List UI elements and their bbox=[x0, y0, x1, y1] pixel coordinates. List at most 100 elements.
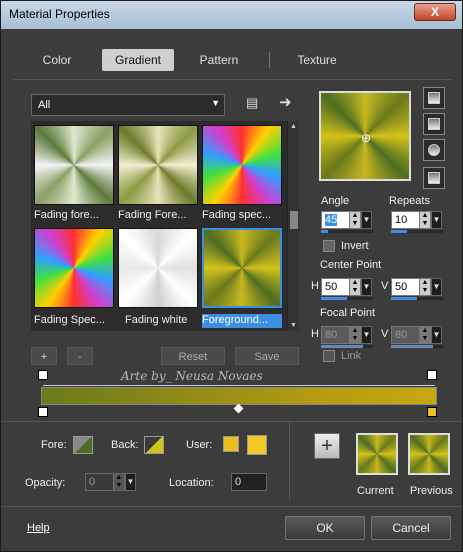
focal-h-slider[interactable] bbox=[321, 345, 373, 348]
focal-v-field[interactable]: 80 ▲ ▼ ▼ bbox=[391, 326, 442, 344]
category-select[interactable]: All ▼ bbox=[31, 94, 225, 116]
focal-h-field[interactable]: 80 ▲ ▼ ▼ bbox=[321, 326, 372, 344]
thumbnail-fading-spectrum-2[interactable] bbox=[34, 228, 114, 308]
thumbnail-label-selected: Foreground... bbox=[202, 314, 282, 328]
location-field[interactable]: 0 bbox=[231, 473, 267, 491]
spinner-arrows-icon[interactable]: ▲ ▼ bbox=[349, 279, 360, 295]
current-swatch[interactable] bbox=[356, 433, 398, 475]
color-stop-start[interactable] bbox=[38, 407, 48, 417]
reset-button[interactable]: Reset bbox=[161, 347, 225, 365]
arrow-right-icon[interactable]: ➜ bbox=[279, 93, 292, 111]
add-gradient-button[interactable]: + bbox=[31, 347, 57, 365]
thumbnail-foreground[interactable] bbox=[202, 228, 282, 308]
chevron-down-icon[interactable]: ▼ bbox=[361, 211, 372, 229]
radial-style-button[interactable] bbox=[423, 167, 445, 189]
chevron-down-icon[interactable]: ▼ bbox=[361, 326, 372, 344]
center-point-label: Center Point bbox=[320, 259, 382, 271]
center-v-label: V bbox=[381, 280, 389, 292]
remove-gradient-button[interactable]: - bbox=[67, 347, 93, 365]
gradient-thumbnail-grid: Fading fore... Fading Fore... Fading spe… bbox=[31, 121, 299, 331]
scroll-up-icon[interactable]: ▲ bbox=[290, 123, 297, 130]
cancel-button[interactable]: Cancel bbox=[371, 516, 451, 540]
thumbnail-label: Fading spec... bbox=[202, 209, 272, 221]
thumbnail-fading-white[interactable] bbox=[118, 228, 198, 308]
opacity-field[interactable]: 0 ▲ ▼ ▼ bbox=[85, 473, 136, 491]
thumbnail-fading-foreground-2[interactable] bbox=[118, 125, 198, 205]
save-button[interactable]: Save bbox=[235, 347, 299, 365]
back-swatch[interactable] bbox=[144, 436, 164, 454]
watermark-text: Arte by_ Neusa Novaes bbox=[121, 369, 263, 383]
tab-color[interactable]: Color bbox=[19, 49, 95, 71]
chevron-down-icon[interactable]: ▼ bbox=[431, 326, 442, 344]
focal-v-slider[interactable] bbox=[391, 345, 443, 348]
help-link[interactable]: Help bbox=[27, 522, 50, 534]
radial-icon bbox=[428, 172, 440, 184]
midpoint-marker[interactable] bbox=[233, 403, 244, 414]
opacity-track bbox=[43, 385, 435, 386]
angle-label: Angle bbox=[321, 195, 350, 207]
thumbnail-fading-spectrum-1[interactable] bbox=[202, 125, 282, 205]
linear-style-button[interactable] bbox=[423, 87, 445, 109]
user-swatch-2[interactable] bbox=[247, 435, 267, 455]
opacity-stop-start[interactable] bbox=[38, 370, 48, 380]
user-swatch-1[interactable] bbox=[223, 436, 239, 452]
tab-pattern[interactable]: Pattern bbox=[183, 49, 255, 71]
rectangular-icon bbox=[428, 118, 440, 130]
tab-texture[interactable]: Texture bbox=[281, 49, 353, 71]
thumbnail-label: Fading fore... bbox=[34, 209, 99, 221]
gradient-editor-bar[interactable] bbox=[41, 387, 437, 405]
invert-label: Invert bbox=[341, 240, 369, 252]
tab-gradient[interactable]: Gradient bbox=[102, 49, 174, 71]
close-button[interactable]: X bbox=[414, 3, 456, 21]
bottom-divider bbox=[1, 421, 462, 422]
previous-swatch[interactable] bbox=[408, 433, 450, 475]
repeats-field[interactable]: 10 ▲ ▼ ▼ bbox=[391, 211, 442, 229]
repeats-value: 10 bbox=[395, 214, 408, 226]
spinner-arrows-icon[interactable]: ▲ ▼ bbox=[349, 327, 360, 343]
link-checkbox[interactable] bbox=[323, 350, 335, 362]
link-label: Link bbox=[341, 350, 362, 362]
rectangular-style-button[interactable] bbox=[423, 113, 445, 135]
angle-slider[interactable] bbox=[321, 230, 373, 233]
center-v-slider[interactable] bbox=[391, 297, 443, 300]
color-stop-end[interactable] bbox=[427, 407, 437, 417]
thumbnail-fading-foreground-1[interactable] bbox=[34, 125, 114, 205]
spinner-arrows-icon[interactable]: ▲ ▼ bbox=[419, 327, 430, 343]
opacity-stop-end[interactable] bbox=[427, 370, 437, 380]
angle-field[interactable]: 45 ▲ ▼ ▼ bbox=[321, 211, 372, 229]
user-label: User: bbox=[186, 439, 213, 451]
sunburst-style-button[interactable] bbox=[423, 139, 445, 161]
gradient-preview[interactable]: ⊕ bbox=[319, 91, 411, 181]
chevron-down-icon[interactable]: ▼ bbox=[431, 278, 442, 296]
fore-swatch[interactable] bbox=[73, 436, 93, 454]
scroll-down-icon[interactable]: ▼ bbox=[290, 322, 297, 329]
center-v-field[interactable]: 50 ▲ ▼ ▼ bbox=[391, 278, 442, 296]
repeats-slider[interactable] bbox=[391, 230, 443, 233]
chevron-down-icon[interactable]: ▼ bbox=[431, 211, 442, 229]
ok-button[interactable]: OK bbox=[285, 516, 365, 540]
chevron-down-icon[interactable]: ▼ bbox=[361, 278, 372, 296]
location-label: Location: bbox=[169, 477, 214, 489]
document-icon[interactable]: ▤ bbox=[246, 95, 258, 111]
linear-icon bbox=[428, 92, 440, 104]
center-h-field[interactable]: 50 ▲ ▼ ▼ bbox=[321, 278, 372, 296]
spinner-arrows-icon[interactable]: ▲ ▼ bbox=[419, 279, 430, 295]
material-properties-dialog: Material Properties X Color Gradient Pat… bbox=[0, 0, 463, 552]
spinner-arrows-icon[interactable]: ▲ ▼ bbox=[419, 212, 430, 228]
scrollbar-thumb[interactable] bbox=[290, 211, 298, 229]
swatch-divider bbox=[289, 421, 290, 501]
focal-h-value: 80 bbox=[325, 329, 338, 341]
crosshair-icon[interactable]: ⊕ bbox=[361, 131, 371, 145]
spinner-arrows-icon[interactable]: ▲ ▼ bbox=[349, 212, 360, 228]
focal-v-value: 80 bbox=[395, 329, 408, 341]
opacity-label: Opacity: bbox=[25, 477, 66, 489]
chevron-down-icon: ▼ bbox=[211, 98, 220, 108]
invert-checkbox[interactable] bbox=[323, 240, 335, 252]
center-h-slider[interactable] bbox=[321, 297, 373, 300]
back-label: Back: bbox=[111, 439, 139, 451]
add-swatch-button[interactable]: + bbox=[314, 433, 340, 459]
thumbnail-scrollbar[interactable]: ▲ ▼ bbox=[287, 121, 299, 331]
chevron-down-icon[interactable]: ▼ bbox=[125, 473, 136, 491]
spinner-arrows-icon[interactable]: ▲ ▼ bbox=[113, 474, 124, 490]
current-label: Current bbox=[357, 485, 394, 497]
